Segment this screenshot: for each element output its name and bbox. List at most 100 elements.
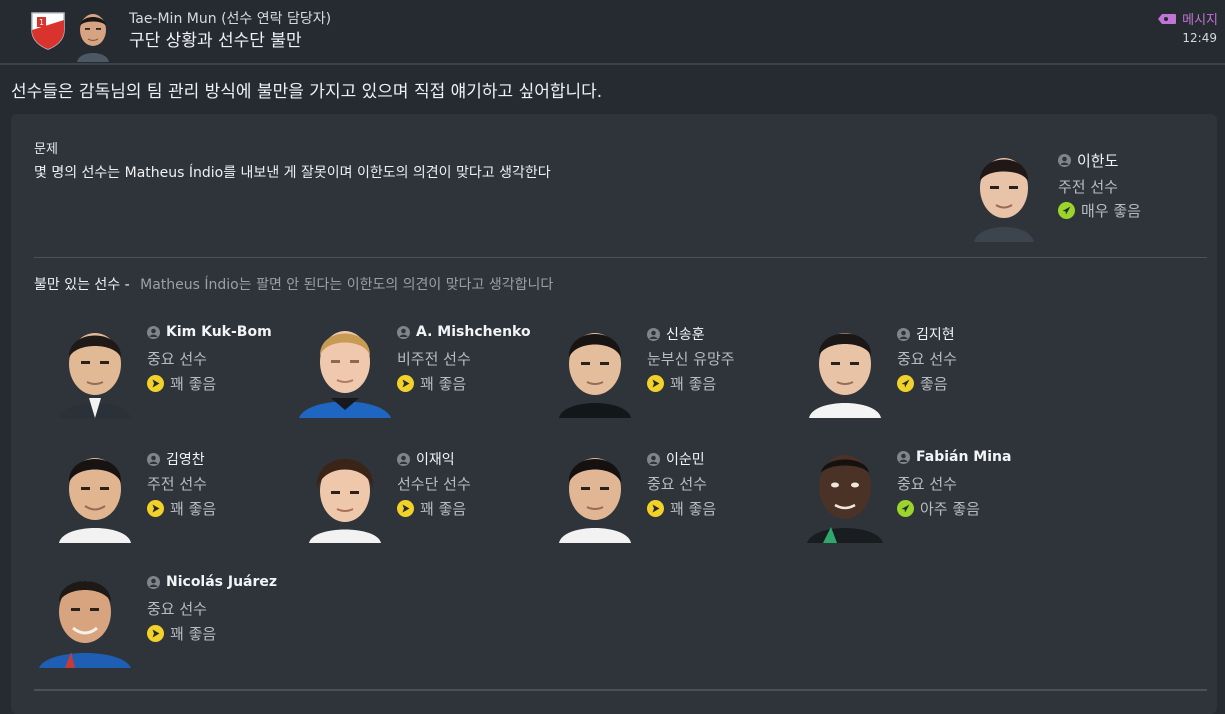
player-mood-label: 꽤 좋음 bbox=[420, 500, 467, 518]
player-name: 이재익 bbox=[416, 452, 455, 468]
player-mood-label: 아주 좋음 bbox=[920, 500, 980, 518]
player-card[interactable]: 김지현 중요 선수 좋음 bbox=[795, 318, 1035, 428]
player-photo[interactable] bbox=[45, 443, 145, 543]
bottom-divider bbox=[34, 689, 1207, 691]
message-time: 12:49 bbox=[1182, 31, 1217, 45]
player-card[interactable]: Kim Kuk-Bom 중요 선수 꽤 좋음 bbox=[45, 318, 285, 428]
player-name: Fabián Mina bbox=[916, 449, 1012, 465]
sender-name[interactable]: Tae-Min Mun bbox=[129, 11, 217, 27]
mood-arrow-icon bbox=[897, 500, 914, 517]
issue-card: 문제 몇 명의 선수는 Matheus Índio를 내보낸 게 잘못이며 이한… bbox=[11, 114, 1217, 714]
mood-arrow-icon bbox=[647, 500, 664, 517]
person-icon bbox=[897, 450, 910, 464]
player-mood-label: 꽤 좋음 bbox=[420, 375, 467, 393]
player-photo[interactable] bbox=[545, 443, 645, 543]
person-icon bbox=[147, 575, 160, 589]
player-name-row[interactable]: 이재익 bbox=[397, 449, 455, 469]
person-icon bbox=[647, 452, 660, 466]
mood-arrow-icon bbox=[897, 375, 914, 392]
player-mood: 꽤 좋음 bbox=[397, 373, 466, 394]
player-role: 중요 선수 bbox=[647, 475, 707, 493]
player-photo[interactable] bbox=[795, 318, 895, 418]
player-mood: 아주 좋음 bbox=[897, 498, 980, 519]
player-photo[interactable] bbox=[795, 443, 895, 543]
player-role: 중요 선수 bbox=[897, 475, 957, 493]
player-name-row[interactable]: 김지현 bbox=[897, 324, 955, 344]
issue-panel: 문제 몇 명의 선수는 Matheus Índio를 내보낸 게 잘못이며 이한… bbox=[34, 130, 1207, 248]
player-name-row[interactable]: 김영찬 bbox=[147, 449, 205, 469]
lead-player-name: 이한도 bbox=[1077, 152, 1119, 170]
player-mood-label: 꽤 좋음 bbox=[670, 500, 717, 518]
player-role: 눈부신 유망주 bbox=[647, 350, 735, 368]
player-name-row[interactable]: Nicolás Juárez bbox=[147, 574, 277, 590]
player-card[interactable]: 신송훈 눈부신 유망주 꽤 좋음 bbox=[545, 318, 785, 428]
player-role: 선수단 선수 bbox=[397, 475, 471, 493]
message-tag-icon bbox=[1158, 13, 1177, 24]
player-name-row[interactable]: Kim Kuk-Bom bbox=[147, 324, 272, 340]
lead-player-name-row[interactable]: 이한도 bbox=[1058, 150, 1118, 171]
unhappy-players-title: 불만 있는 선수 - bbox=[34, 277, 130, 293]
player-role: 비주전 선수 bbox=[397, 350, 471, 368]
player-photo[interactable] bbox=[295, 443, 395, 543]
player-mood-label: 꽤 좋음 bbox=[170, 500, 217, 518]
sender-line: Tae-Min Mun (선수 연락 담당자) bbox=[129, 8, 331, 28]
player-role: 주전 선수 bbox=[147, 475, 207, 493]
sender-role: (선수 연락 담당자) bbox=[221, 11, 332, 27]
player-photo[interactable] bbox=[45, 318, 145, 418]
message-header: 1 Tae-Min Mun (선수 연락 담당자) 구단 상황과 선수단 불만 … bbox=[0, 0, 1225, 63]
player-name-row[interactable]: Fabián Mina bbox=[897, 449, 1011, 465]
club-badge-icon[interactable]: 1 bbox=[29, 10, 67, 50]
player-photo[interactable] bbox=[545, 318, 645, 418]
lead-player-role: 주전 선수 bbox=[1058, 178, 1118, 196]
unhappy-players-desc: Matheus Índio는 팔면 안 된다는 이한도의 의견이 맞다고 생각합… bbox=[140, 277, 554, 293]
player-name: 김영찬 bbox=[166, 452, 205, 468]
issue-label: 문제 bbox=[34, 142, 58, 157]
player-role: 중요 선수 bbox=[147, 350, 207, 368]
sender-avatar[interactable] bbox=[73, 8, 113, 62]
player-role: 중요 선수 bbox=[897, 350, 957, 368]
section-divider bbox=[34, 257, 1207, 258]
person-icon bbox=[397, 325, 410, 339]
player-mood: 꽤 좋음 bbox=[397, 498, 466, 519]
player-role: 중요 선수 bbox=[147, 600, 207, 618]
player-mood: 꽤 좋음 bbox=[147, 373, 216, 394]
lead-player-mood-label: 매우 좋음 bbox=[1081, 202, 1141, 220]
player-name: 김지현 bbox=[916, 327, 955, 343]
player-photo[interactable] bbox=[35, 568, 135, 668]
player-mood: 꽤 좋음 bbox=[647, 373, 716, 394]
mood-arrow-icon bbox=[397, 375, 414, 392]
message-tag-label: 메시지 bbox=[1182, 13, 1218, 28]
player-mood-label: 꽤 좋음 bbox=[170, 625, 217, 643]
mood-arrow-icon bbox=[1058, 202, 1075, 219]
lead-player-photo[interactable] bbox=[968, 142, 1040, 242]
player-mood-label: 좋음 bbox=[920, 375, 948, 393]
player-mood-label: 꽤 좋음 bbox=[170, 375, 217, 393]
mood-arrow-icon bbox=[397, 500, 414, 517]
player-card[interactable]: 이순민 중요 선수 꽤 좋음 bbox=[545, 443, 785, 553]
player-mood-label: 꽤 좋음 bbox=[670, 375, 717, 393]
player-photo[interactable] bbox=[295, 318, 395, 418]
issue-text: 몇 명의 선수는 Matheus Índio를 내보낸 게 잘못이며 이한도의 … bbox=[34, 165, 551, 181]
player-name-row[interactable]: 이순민 bbox=[647, 449, 705, 469]
player-name: A. Mishchenko bbox=[416, 324, 531, 340]
player-card[interactable]: A. Mishchenko 비주전 선수 꽤 좋음 bbox=[295, 318, 535, 428]
intro-text: 선수들은 감독님의 팀 관리 방식에 불만을 가지고 있으며 직접 얘기하고 싶… bbox=[11, 82, 603, 102]
person-icon bbox=[897, 327, 910, 341]
person-icon bbox=[1058, 154, 1071, 167]
player-card[interactable]: Nicolás Juárez 중요 선수 꽤 좋음 bbox=[35, 568, 277, 678]
message-tag[interactable]: 메시지 bbox=[1157, 9, 1218, 28]
player-name-row[interactable]: 신송훈 bbox=[647, 324, 705, 344]
mood-arrow-icon bbox=[147, 375, 164, 392]
header-divider bbox=[0, 63, 1225, 65]
player-card[interactable]: Fabián Mina 중요 선수 아주 좋음 bbox=[795, 443, 1035, 553]
person-icon bbox=[147, 325, 160, 339]
player-mood: 꽤 좋음 bbox=[147, 623, 216, 644]
unhappy-players-header: 불만 있는 선수 - Matheus Índio는 팔면 안 된다는 이한도의 … bbox=[34, 274, 553, 294]
mood-arrow-icon bbox=[147, 625, 164, 642]
player-card[interactable]: 이재익 선수단 선수 꽤 좋음 bbox=[295, 443, 535, 553]
player-mood: 좋음 bbox=[897, 373, 948, 394]
person-icon bbox=[397, 452, 410, 466]
player-name-row[interactable]: A. Mishchenko bbox=[397, 324, 531, 340]
player-card[interactable]: 김영찬 주전 선수 꽤 좋음 bbox=[45, 443, 285, 553]
person-icon bbox=[147, 452, 160, 466]
